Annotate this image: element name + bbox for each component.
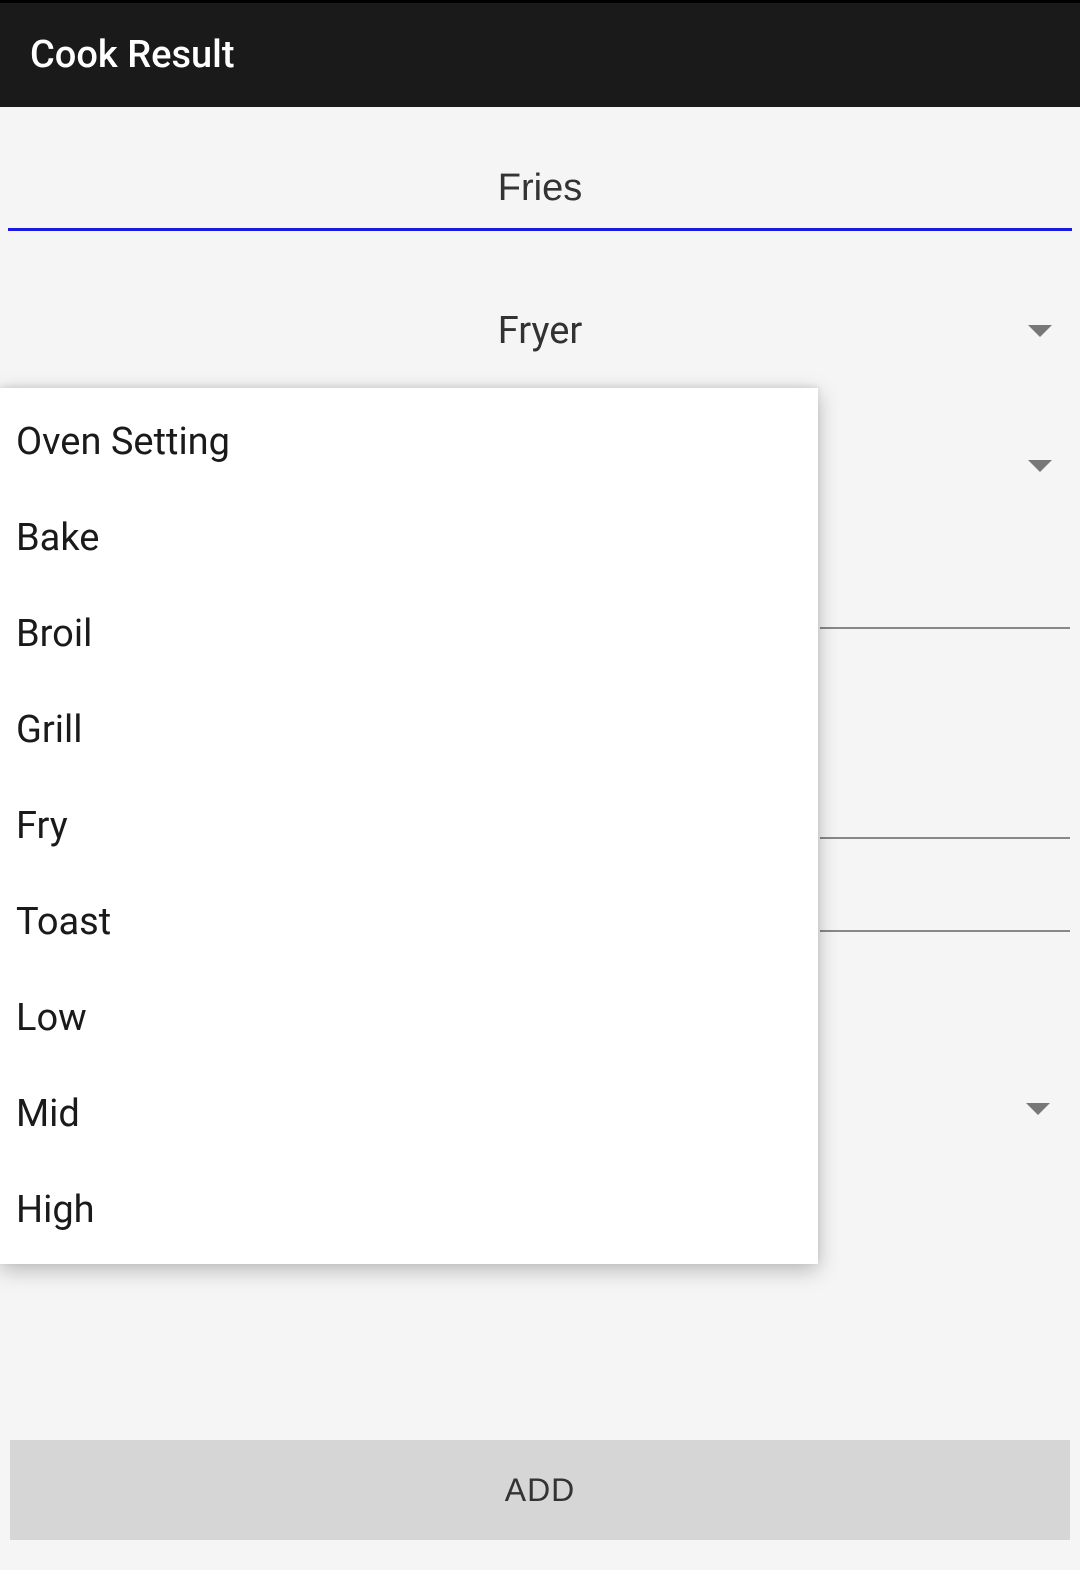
divider xyxy=(820,930,1070,932)
chevron-down-icon xyxy=(1028,460,1052,472)
dropdown-option-mid[interactable]: Mid xyxy=(0,1066,818,1162)
dropdown-option-bake[interactable]: Bake xyxy=(0,490,818,586)
food-name-input[interactable] xyxy=(8,147,1072,231)
divider xyxy=(820,627,1070,629)
food-name-row xyxy=(8,147,1072,231)
dropdown-option-broil[interactable]: Broil xyxy=(0,586,818,682)
oven-setting-dropdown-menu[interactable]: Oven Setting Bake Broil Grill Fry Toast … xyxy=(0,388,818,1264)
dropdown-option-toast[interactable]: Toast xyxy=(0,874,818,970)
app-bar: Cook Result xyxy=(0,3,1080,107)
dropdown-option-grill[interactable]: Grill xyxy=(0,682,818,778)
divider xyxy=(820,837,1070,839)
dropdown-option-oven-setting[interactable]: Oven Setting xyxy=(0,394,818,490)
chevron-down-icon xyxy=(1028,325,1052,337)
dropdown-option-low[interactable]: Low xyxy=(0,970,818,1066)
dropdown-option-fry[interactable]: Fry xyxy=(0,778,818,874)
chevron-down-icon xyxy=(1026,1100,1050,1119)
dropdown-option-high[interactable]: High xyxy=(0,1162,818,1258)
appliance-label: Fryer xyxy=(8,309,1072,353)
page-title: Cook Result xyxy=(30,33,235,77)
add-button[interactable]: ADD xyxy=(10,1440,1070,1540)
appliance-dropdown[interactable]: Fryer xyxy=(8,286,1072,376)
